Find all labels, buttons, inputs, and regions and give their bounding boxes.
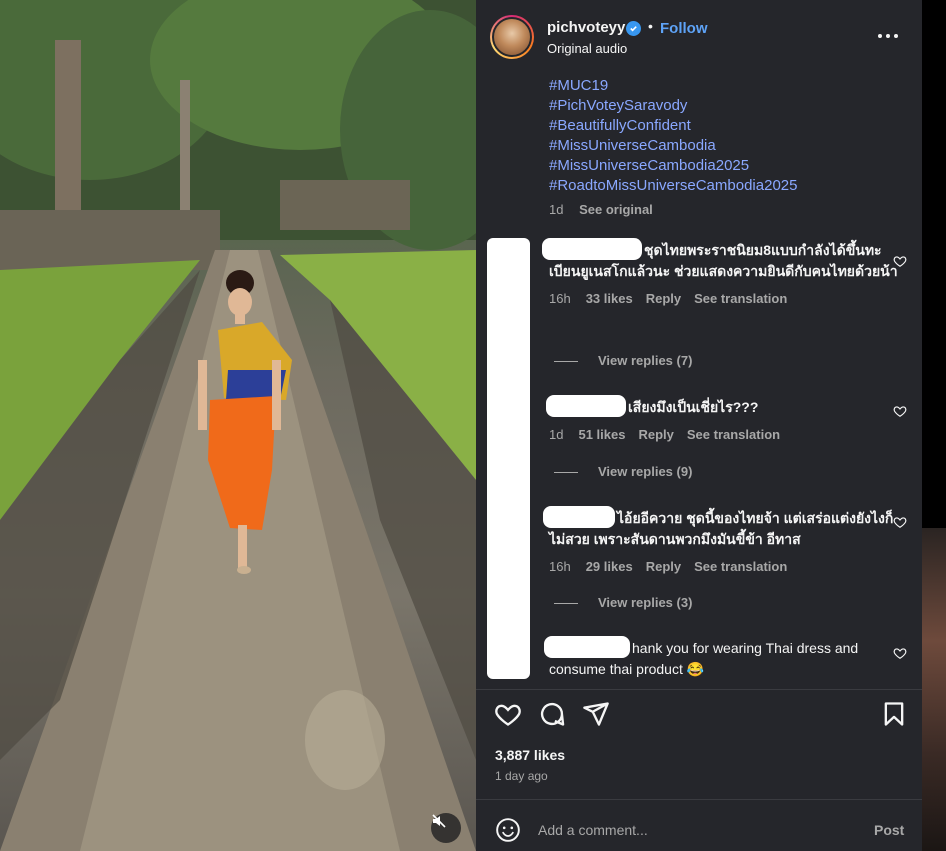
verified-badge-icon xyxy=(626,21,641,36)
heart-icon[interactable] xyxy=(494,700,522,728)
caption: #MUC19 #PichVoteySaravody #BeautifullyCo… xyxy=(549,76,889,196)
redacted-avatars xyxy=(487,238,530,679)
hashtag[interactable]: #MUC19 xyxy=(549,76,889,96)
comment-likes[interactable]: 51 likes xyxy=(578,427,625,442)
audio-label[interactable]: Original audio xyxy=(547,41,627,56)
comment-text: hank you for wearing Thai dress and cons… xyxy=(544,636,899,680)
comment-time: 16h xyxy=(549,291,571,306)
comment-heart-icon[interactable] xyxy=(893,404,907,418)
redacted-username xyxy=(543,506,615,528)
caption-meta: 1d See original xyxy=(549,202,653,217)
see-original-link[interactable]: See original xyxy=(579,202,653,217)
next-post-preview[interactable] xyxy=(922,528,946,851)
more-options-icon[interactable] xyxy=(878,28,902,44)
avatar[interactable] xyxy=(490,15,534,59)
post-actions xyxy=(476,700,922,730)
hashtag[interactable]: #MissUniverseCambodia2025 xyxy=(549,156,889,176)
mute-button[interactable] xyxy=(431,813,461,843)
comment-text: ชุดไทยพระราชนิยม8แบบกำลังได้ขึ้นทะเบียนย… xyxy=(542,238,899,282)
comment-meta: 16h 29 likes Reply See translation xyxy=(549,559,899,574)
comment-text: ไอ้ยอีควาย ชุดนี้ของไทยจ้า แต่เสร่อแต่งย… xyxy=(543,506,899,550)
comment-body: เสียงมึงเป็นเชี่ยไร??? xyxy=(628,399,759,415)
hashtag[interactable]: #MissUniverseCambodia xyxy=(549,136,889,156)
comment: hank you for wearing Thai dress and cons… xyxy=(544,636,899,680)
share-icon[interactable] xyxy=(582,700,610,728)
comment-heart-icon[interactable] xyxy=(893,254,907,268)
add-comment-row: Add a comment... Post xyxy=(476,799,922,851)
comment-time: 1d xyxy=(549,427,564,442)
username[interactable]: pichvoteyy xyxy=(547,19,625,36)
hashtag[interactable]: #PichVoteySaravody xyxy=(549,96,889,116)
redacted-username xyxy=(546,395,626,417)
emoji-icon[interactable] xyxy=(495,817,521,843)
comment-meta: 1d 51 likes Reply See translation xyxy=(549,427,899,442)
see-translation-button[interactable]: See translation xyxy=(687,427,780,442)
muted-speaker-icon xyxy=(432,814,446,828)
comment-text: เสียงมึงเป็นเชี่ยไร??? xyxy=(546,395,899,418)
hashtag[interactable]: #RoadtoMissUniverseCambodia2025 xyxy=(549,176,889,196)
reply-button[interactable]: Reply xyxy=(646,291,681,306)
post-header: pichvoteyy • Follow Original audio xyxy=(476,0,922,70)
reply-button[interactable]: Reply xyxy=(646,559,681,574)
divider xyxy=(476,689,922,690)
post-photo xyxy=(0,0,476,851)
comment-meta: 16h 33 likes Reply See translation xyxy=(549,291,899,306)
reply-button[interactable]: Reply xyxy=(638,427,673,442)
post-media[interactable] xyxy=(0,0,476,851)
comment-heart-icon[interactable] xyxy=(893,515,907,529)
follow-button[interactable]: Follow xyxy=(660,20,708,37)
likes-count[interactable]: 3,887 likes xyxy=(495,747,565,763)
comment-likes[interactable]: 33 likes xyxy=(586,291,633,306)
comment: เสียงมึงเป็นเชี่ยไร??? 1d 51 likes Reply Se… xyxy=(546,395,899,442)
comment: ไอ้ยอีควาย ชุดนี้ของไทยจ้า แต่เสร่อแต่งย… xyxy=(543,506,899,574)
see-translation-button[interactable]: See translation xyxy=(694,559,787,574)
comment-time: 16h xyxy=(549,559,571,574)
caption-time: 1d xyxy=(549,202,564,217)
post-button[interactable]: Post xyxy=(874,822,904,838)
comment-icon[interactable] xyxy=(538,700,566,728)
post-side-panel: pichvoteyy • Follow Original audio #MUC1… xyxy=(476,0,922,851)
post-time[interactable]: 1 day ago xyxy=(495,769,548,783)
separator-dot: • xyxy=(648,18,653,34)
see-translation-button[interactable]: See translation xyxy=(694,291,787,306)
redacted-username xyxy=(544,636,630,658)
comment-heart-icon[interactable] xyxy=(893,646,907,660)
comment-likes[interactable]: 29 likes xyxy=(586,559,633,574)
redacted-username xyxy=(542,238,642,260)
comment: ชุดไทยพระราชนิยม8แบบกำลังได้ขึ้นทะเบียนย… xyxy=(542,238,899,306)
bookmark-icon[interactable] xyxy=(880,700,908,728)
comment-input[interactable]: Add a comment... xyxy=(538,822,648,838)
hashtag[interactable]: #BeautifullyConfident xyxy=(549,116,889,136)
